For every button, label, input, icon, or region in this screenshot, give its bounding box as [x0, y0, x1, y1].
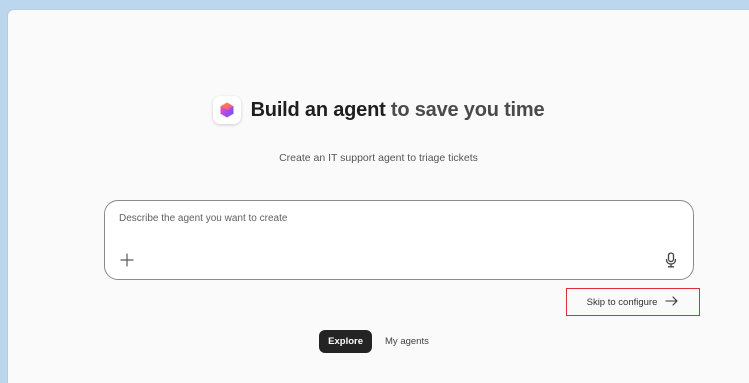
- title-main: Build an agent: [250, 98, 386, 121]
- agent-prompt-box: [104, 200, 694, 280]
- agent-description-input[interactable]: [119, 213, 639, 224]
- hero-header: Build an agent to save you time: [8, 96, 749, 124]
- copilot-logo-icon: [212, 96, 241, 124]
- arrow-right-icon: [665, 295, 679, 309]
- tab-explore[interactable]: Explore: [319, 330, 373, 353]
- title-accent: to save you time: [385, 98, 545, 121]
- skip-to-configure-link[interactable]: Skip to configure: [566, 288, 700, 316]
- agent-tabs: Explore My agents: [8, 330, 749, 353]
- suggestion-subtitle[interactable]: Create an IT support agent to triage tic…: [8, 152, 749, 164]
- page-title: Build an agent to save you time: [251, 99, 545, 122]
- skip-label: Skip to configure: [586, 296, 658, 308]
- microphone-icon[interactable]: [663, 251, 679, 269]
- main-panel: Build an agent to save you time Create a…: [8, 10, 749, 383]
- tab-my-agents[interactable]: My agents: [376, 330, 438, 353]
- plus-icon[interactable]: [119, 252, 135, 268]
